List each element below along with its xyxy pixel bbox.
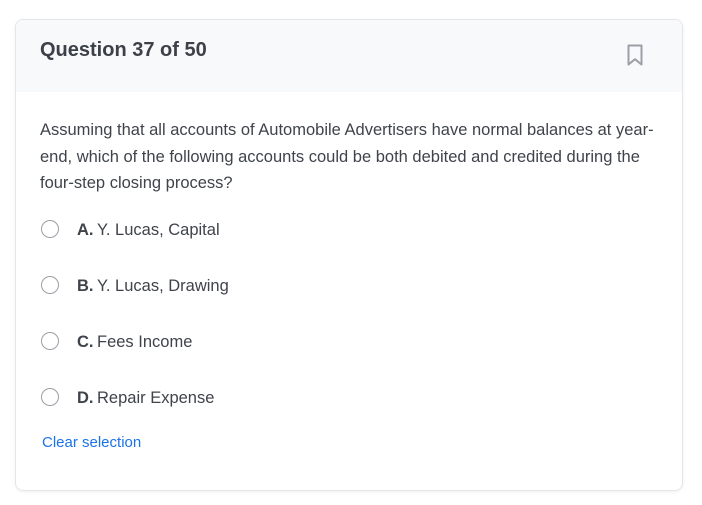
option-letter: A. — [77, 221, 94, 239]
question-text: Assuming that all accounts of Automobile… — [40, 121, 654, 192]
option-a[interactable]: A. Y. Lucas, Capital — [40, 216, 660, 272]
bookmark-button[interactable] — [622, 42, 648, 68]
radio-button[interactable] — [41, 388, 59, 406]
question-title: Question 37 of 50 — [40, 39, 207, 61]
option-letter: D. — [77, 389, 94, 407]
option-letter: C. — [77, 333, 94, 351]
radio-button[interactable] — [41, 276, 59, 294]
radio-button[interactable] — [41, 332, 59, 350]
question-header: Question 37 of 50 — [16, 20, 682, 92]
option-c[interactable]: C. Fees Income — [40, 328, 660, 384]
clear-selection-link[interactable]: Clear selection — [42, 434, 141, 451]
option-label: Y. Lucas, Capital — [97, 221, 220, 239]
option-d[interactable]: D. Repair Expense — [40, 384, 660, 440]
radio-button[interactable] — [41, 220, 59, 238]
question-card: Question 37 of 50 Assuming that all acco… — [15, 19, 683, 491]
option-label: Y. Lucas, Drawing — [97, 277, 229, 295]
bookmark-icon — [627, 44, 643, 66]
option-label: Repair Expense — [97, 389, 215, 407]
option-label: Fees Income — [97, 333, 193, 351]
option-letter: B. — [77, 277, 94, 295]
answer-options: A. Y. Lucas, Capital B. Y. Lucas, Drawin… — [40, 216, 660, 440]
option-b[interactable]: B. Y. Lucas, Drawing — [40, 272, 660, 328]
